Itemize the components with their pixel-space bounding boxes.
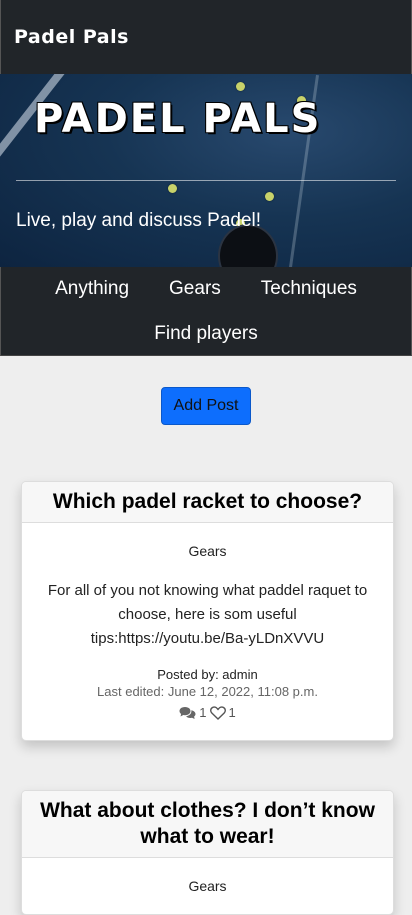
add-post-button[interactable]: Add Post	[161, 387, 251, 425]
post-edited-date: Last edited: June 12, 2022, 11:08 p.m.	[97, 684, 318, 699]
ball-decoration	[168, 184, 177, 193]
hero-divider	[16, 180, 396, 181]
add-post-container: Add Post	[0, 387, 412, 425]
post-stats: 1 1	[38, 705, 377, 740]
comment-count: 1	[199, 705, 207, 720]
hero-banner: PADEL PALS Live, play and discuss Padel!	[0, 74, 412, 267]
comments-icon	[179, 706, 196, 720]
brand-logo-link[interactable]: Padel Pals	[14, 26, 129, 48]
category-link-anything[interactable]: Anything	[55, 276, 129, 301]
category-link-find-players[interactable]: Find players	[154, 321, 258, 346]
ball-decoration	[236, 82, 245, 91]
hero-title: PADEL PALS	[34, 96, 322, 142]
post-body: Gears	[22, 858, 393, 894]
post-card[interactable]: Which padel racket to choose? Gears For …	[21, 481, 394, 741]
post-author: Posted by: admin	[157, 667, 258, 682]
like-count: 1	[228, 705, 236, 720]
post-category: Gears	[188, 543, 227, 559]
category-nav: Anything Gears Techniques Find players	[0, 267, 412, 356]
heart-icon[interactable]	[209, 705, 226, 720]
top-navbar: Padel Pals	[0, 0, 412, 74]
hero-tagline: Live, play and discuss Padel!	[16, 210, 262, 231]
post-title[interactable]: What about clothes? I don’t know what to…	[22, 791, 393, 858]
post-title[interactable]: Which padel racket to choose?	[22, 482, 393, 523]
post-card[interactable]: What about clothes? I don’t know what to…	[21, 790, 394, 915]
category-link-gears[interactable]: Gears	[169, 276, 221, 301]
post-content: For all of you not knowing what paddel r…	[47, 582, 368, 647]
post-body: Gears For all of you not knowing what pa…	[22, 523, 393, 740]
category-link-techniques[interactable]: Techniques	[261, 276, 357, 301]
post-category: Gears	[188, 878, 227, 894]
ball-decoration	[265, 192, 274, 201]
